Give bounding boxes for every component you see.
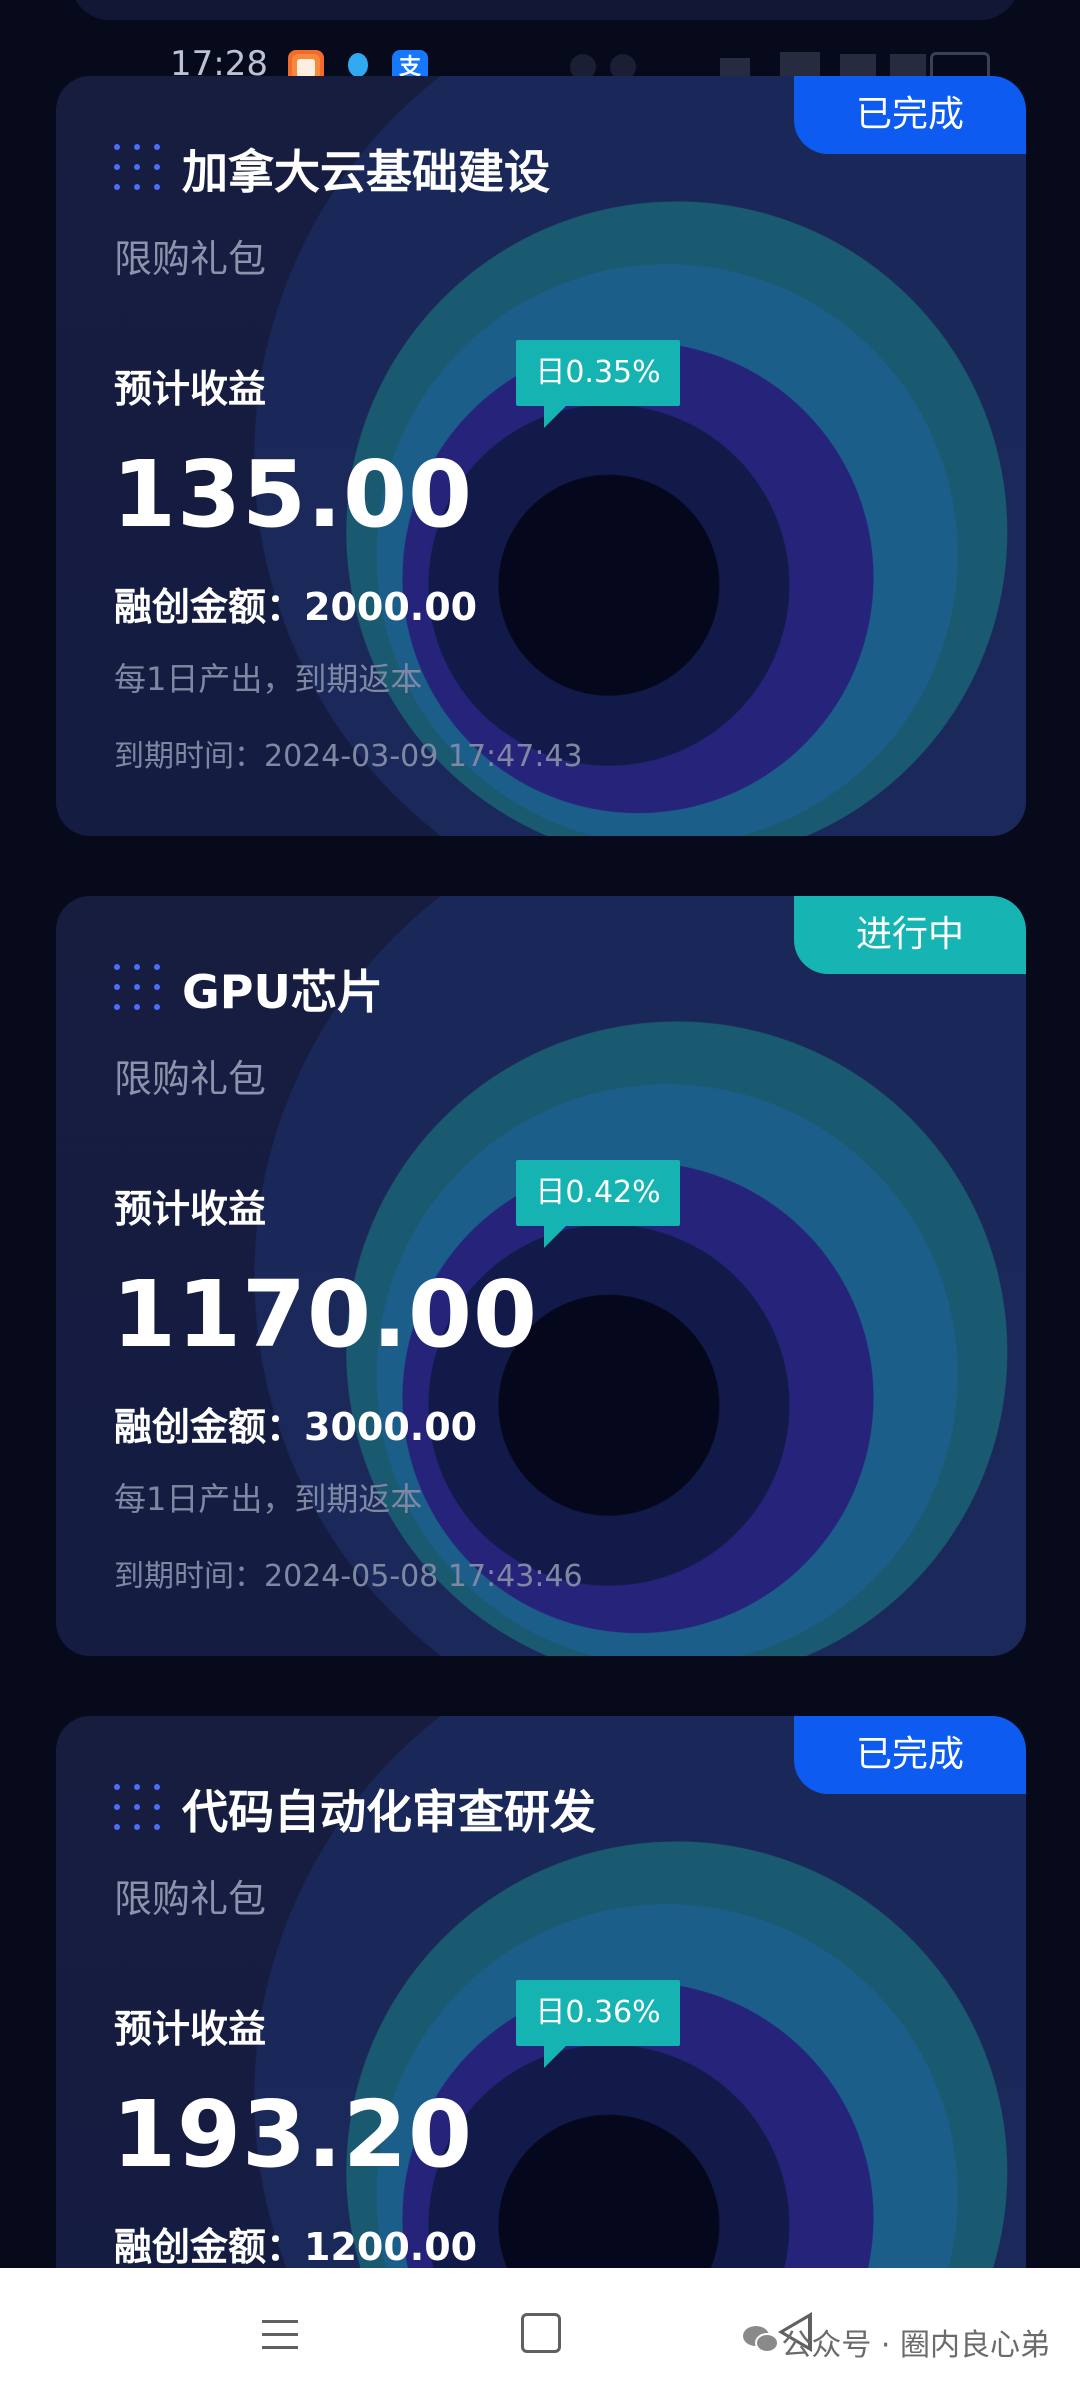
amount-row: 融创金额：3000.00 (114, 1396, 477, 1451)
payout-note: 每1日产出，到期返本 (114, 1480, 423, 1518)
amount-value: 3000.00 (304, 1405, 478, 1449)
amount-value: 1200.00 (304, 2225, 478, 2269)
expire-value: 2024-05-08 17:43:46 (264, 1559, 583, 1594)
card-subtitle: 限购礼包 (114, 237, 267, 281)
grid-dots-icon (114, 144, 160, 190)
card-title: 加拿大云基础建设 (182, 145, 550, 199)
amount-value: 2000.00 (304, 585, 478, 629)
status-tag-completed: 已完成 (794, 76, 1026, 154)
amount-label: 融创金额： (114, 2225, 305, 2269)
amount-label: 融创金额： (114, 1405, 305, 1449)
expire-value: 2024-03-09 17:47:43 (264, 739, 583, 774)
amount-row: 融创金额：2000.00 (114, 576, 477, 631)
card-subtitle: 限购礼包 (114, 1877, 267, 1921)
watermark-text: 公众号 · 圈内良心弟 (781, 2328, 1050, 2363)
expire-row: 到期时间：2024-05-08 17:43:46 (114, 1551, 583, 1595)
daily-rate-badge: 日0.35% (516, 340, 680, 428)
status-tag-in-progress: 进行中 (794, 896, 1026, 974)
card-title: 代码自动化审查研发 (182, 1785, 596, 1839)
expire-label: 到期时间： (114, 739, 264, 774)
amount-row: 融创金额：1200.00 (114, 2216, 477, 2271)
grid-dots-icon (114, 1784, 160, 1830)
daily-rate-badge: 日0.42% (516, 1160, 680, 1248)
home-button[interactable] (521, 2313, 561, 2353)
product-card[interactable]: 进行中 GPU芯片 限购礼包 预计收益 日0.42% 1170.00 融创金额：… (56, 896, 1026, 1656)
grid-dots-icon (114, 964, 160, 1010)
expected-income-label: 预计收益 (114, 367, 267, 411)
card-subtitle: 限购礼包 (114, 1057, 267, 1101)
expected-income-label: 预计收益 (114, 2007, 267, 2051)
payout-note: 每1日产出，到期返本 (114, 660, 423, 698)
status-tag-completed: 已完成 (794, 1716, 1026, 1794)
card-title: GPU芯片 (182, 965, 383, 1019)
daily-rate-badge: 日0.36% (516, 1980, 680, 2068)
recent-apps-button[interactable] (262, 2316, 298, 2352)
system-navigation-bar: 公众号 · 圈内良心弟 (0, 2268, 1080, 2400)
wechat-icon (743, 2326, 779, 2353)
expire-label: 到期时间： (114, 1559, 264, 1594)
amount-label: 融创金额： (114, 585, 305, 629)
expected-income-value: 1170.00 (112, 1261, 539, 1368)
expire-row: 到期时间：2024-03-09 17:47:43 (114, 731, 583, 775)
screen: 17:28 支 已完成 加拿大云基础建设 限购礼包 预计收益 日0.35% 13… (0, 0, 1080, 2400)
product-card[interactable]: 已完成 加拿大云基础建设 限购礼包 预计收益 日0.35% 135.00 融创金… (56, 76, 1026, 836)
expected-income-value: 135.00 (112, 441, 474, 548)
expected-income-value: 193.20 (112, 2081, 474, 2188)
expected-income-label: 预计收益 (114, 1187, 267, 1231)
